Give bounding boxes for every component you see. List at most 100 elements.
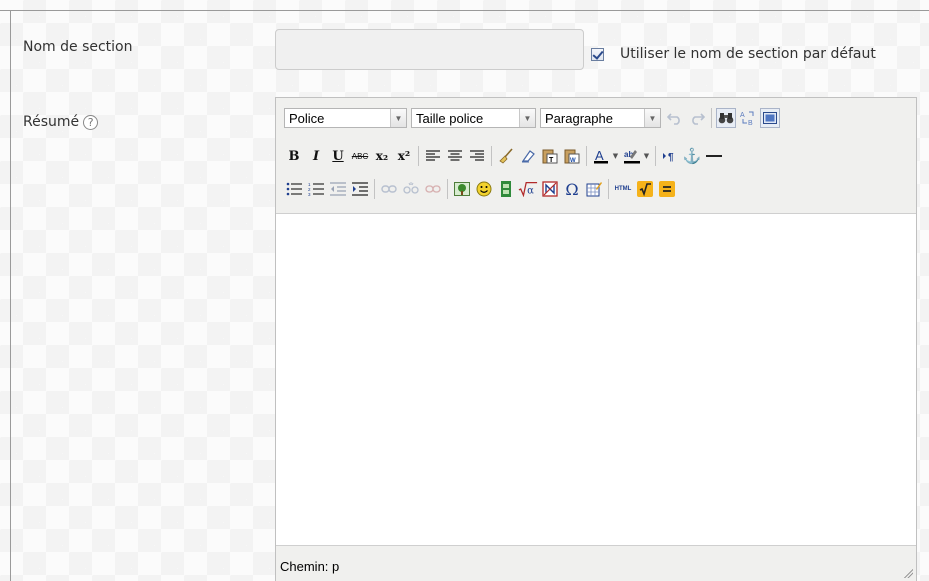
format-value: Paragraphe: [545, 110, 613, 126]
sqrt-icon: [637, 181, 653, 197]
toolbar-separator: [608, 179, 609, 199]
bullet-list-button[interactable]: [284, 179, 304, 199]
nolink-icon: [542, 181, 558, 197]
italic-button[interactable]: I: [306, 146, 326, 166]
equals-button[interactable]: [657, 179, 677, 199]
horizontal-rule-icon: [706, 155, 722, 157]
math-filter-button[interactable]: [635, 179, 655, 199]
text-color-icon: A: [594, 148, 608, 164]
toolbar-separator: [711, 108, 712, 128]
link-button[interactable]: [379, 179, 399, 199]
undo-button[interactable]: [665, 108, 685, 128]
ltr-icon: ¶: [663, 152, 674, 162]
svg-text:A: A: [740, 112, 745, 119]
insert-equation-button[interactable]: α: [518, 179, 538, 199]
paste-text-button[interactable]: T: [540, 146, 560, 166]
editor-statusbar: Chemin: p: [276, 545, 916, 581]
chevron-down-icon: ▼: [390, 109, 406, 127]
align-left-icon: [426, 150, 440, 161]
indent-icon: [352, 182, 368, 196]
broom-icon: [499, 148, 513, 164]
summary-label-wrap: Résumé ?: [23, 114, 99, 130]
align-left-button[interactable]: [423, 146, 443, 166]
resize-grip-icon[interactable]: [903, 568, 913, 578]
undo-icon: [667, 113, 680, 125]
align-right-icon: [470, 150, 484, 161]
use-default-checkbox[interactable]: [591, 47, 604, 61]
paste-word-button[interactable]: W: [562, 146, 582, 166]
find-button[interactable]: [716, 108, 736, 128]
svg-text:B: B: [748, 120, 753, 126]
editor-content-area[interactable]: [276, 214, 916, 545]
subscript-button[interactable]: x₂: [372, 146, 392, 166]
font-family-value: Police: [289, 110, 325, 126]
strikethrough-button[interactable]: ABC: [350, 146, 370, 166]
insert-table-button[interactable]: [584, 179, 604, 199]
paste-word-icon: W: [564, 149, 580, 164]
redo-button[interactable]: [687, 108, 707, 128]
text-color-split[interactable]: A ▼: [591, 146, 620, 166]
outdent-icon: [330, 182, 346, 196]
indent-button[interactable]: [350, 179, 370, 199]
align-right-button[interactable]: [467, 146, 487, 166]
numbered-list-button[interactable]: 123: [306, 179, 326, 199]
fullscreen-button[interactable]: [760, 108, 780, 128]
insert-image-button[interactable]: [452, 179, 472, 199]
redo-icon: [692, 113, 705, 125]
anchor-link-button[interactable]: [423, 179, 443, 199]
text-color-button[interactable]: A: [591, 146, 611, 166]
toolbar-separator: [418, 146, 419, 166]
chevron-down-icon[interactable]: ▼: [611, 146, 620, 166]
chevron-down-icon[interactable]: ▼: [642, 146, 651, 166]
insert-emoticon-button[interactable]: [474, 179, 494, 199]
superscript-button[interactable]: x²: [394, 146, 414, 166]
insert-media-button[interactable]: [496, 179, 516, 199]
toolbar-row-1: Police ▼ Taille police ▼ Paragraphe ▼ A …: [284, 107, 782, 129]
element-path: Chemin: p: [280, 559, 340, 574]
font-size-select[interactable]: Taille police ▼: [411, 108, 536, 128]
outdent-button[interactable]: [328, 179, 348, 199]
html-source-button[interactable]: HTML: [613, 179, 633, 199]
cleanup-button[interactable]: [496, 146, 516, 166]
fullscreen-icon: [763, 112, 777, 124]
bold-button[interactable]: B: [284, 146, 304, 166]
eraser-icon: [521, 150, 535, 163]
section-name-label: Nom de section: [23, 39, 133, 55]
page: Nom de section Utiliser le nom de sectio…: [0, 0, 929, 581]
unlink-button[interactable]: [401, 179, 421, 199]
align-center-icon: [448, 150, 462, 161]
special-char-button[interactable]: Ω: [562, 179, 582, 199]
format-select[interactable]: Paragraphe ▼: [540, 108, 661, 128]
align-center-button[interactable]: [445, 146, 465, 166]
chevron-down-icon: ▼: [519, 109, 535, 127]
underline-button[interactable]: U: [328, 146, 348, 166]
highlight-color-icon: ab: [624, 150, 640, 164]
use-default-name-option[interactable]: Utiliser le nom de section par défaut: [591, 46, 876, 62]
binoculars-icon: [718, 113, 734, 124]
highlight-color-button[interactable]: ab: [622, 146, 642, 166]
help-icon[interactable]: ?: [83, 114, 99, 130]
horizontal-rule-button[interactable]: [704, 146, 724, 166]
font-family-select[interactable]: Police ▼: [284, 108, 407, 128]
rich-text-editor: Police ▼ Taille police ▼ Paragraphe ▼ A …: [275, 97, 917, 581]
section-name-input[interactable]: [275, 29, 584, 70]
svg-text:¶: ¶: [668, 152, 674, 162]
font-size-value: Taille police: [416, 110, 484, 126]
highlight-color-split[interactable]: ab ▼: [622, 146, 651, 166]
summary-label: Résumé: [23, 114, 80, 130]
frame-border-top: [0, 10, 929, 11]
anchor-button[interactable]: ⚓: [682, 146, 702, 166]
remove-format-button[interactable]: [518, 146, 538, 166]
sqrt-alpha-icon: α: [518, 182, 538, 197]
no-wrap-button[interactable]: [540, 179, 560, 199]
text-direction-button[interactable]: ¶: [660, 146, 680, 166]
equals-icon: [659, 181, 675, 197]
frame-border-left: [10, 10, 11, 581]
find-replace-icon: AB: [740, 111, 754, 126]
bullet-list-icon: [286, 182, 302, 196]
unlink-icon: [403, 182, 419, 194]
toolbar-separator: [447, 179, 448, 199]
paste-text-icon: T: [542, 149, 558, 164]
replace-button[interactable]: AB: [738, 108, 758, 128]
svg-text:A: A: [595, 148, 604, 163]
